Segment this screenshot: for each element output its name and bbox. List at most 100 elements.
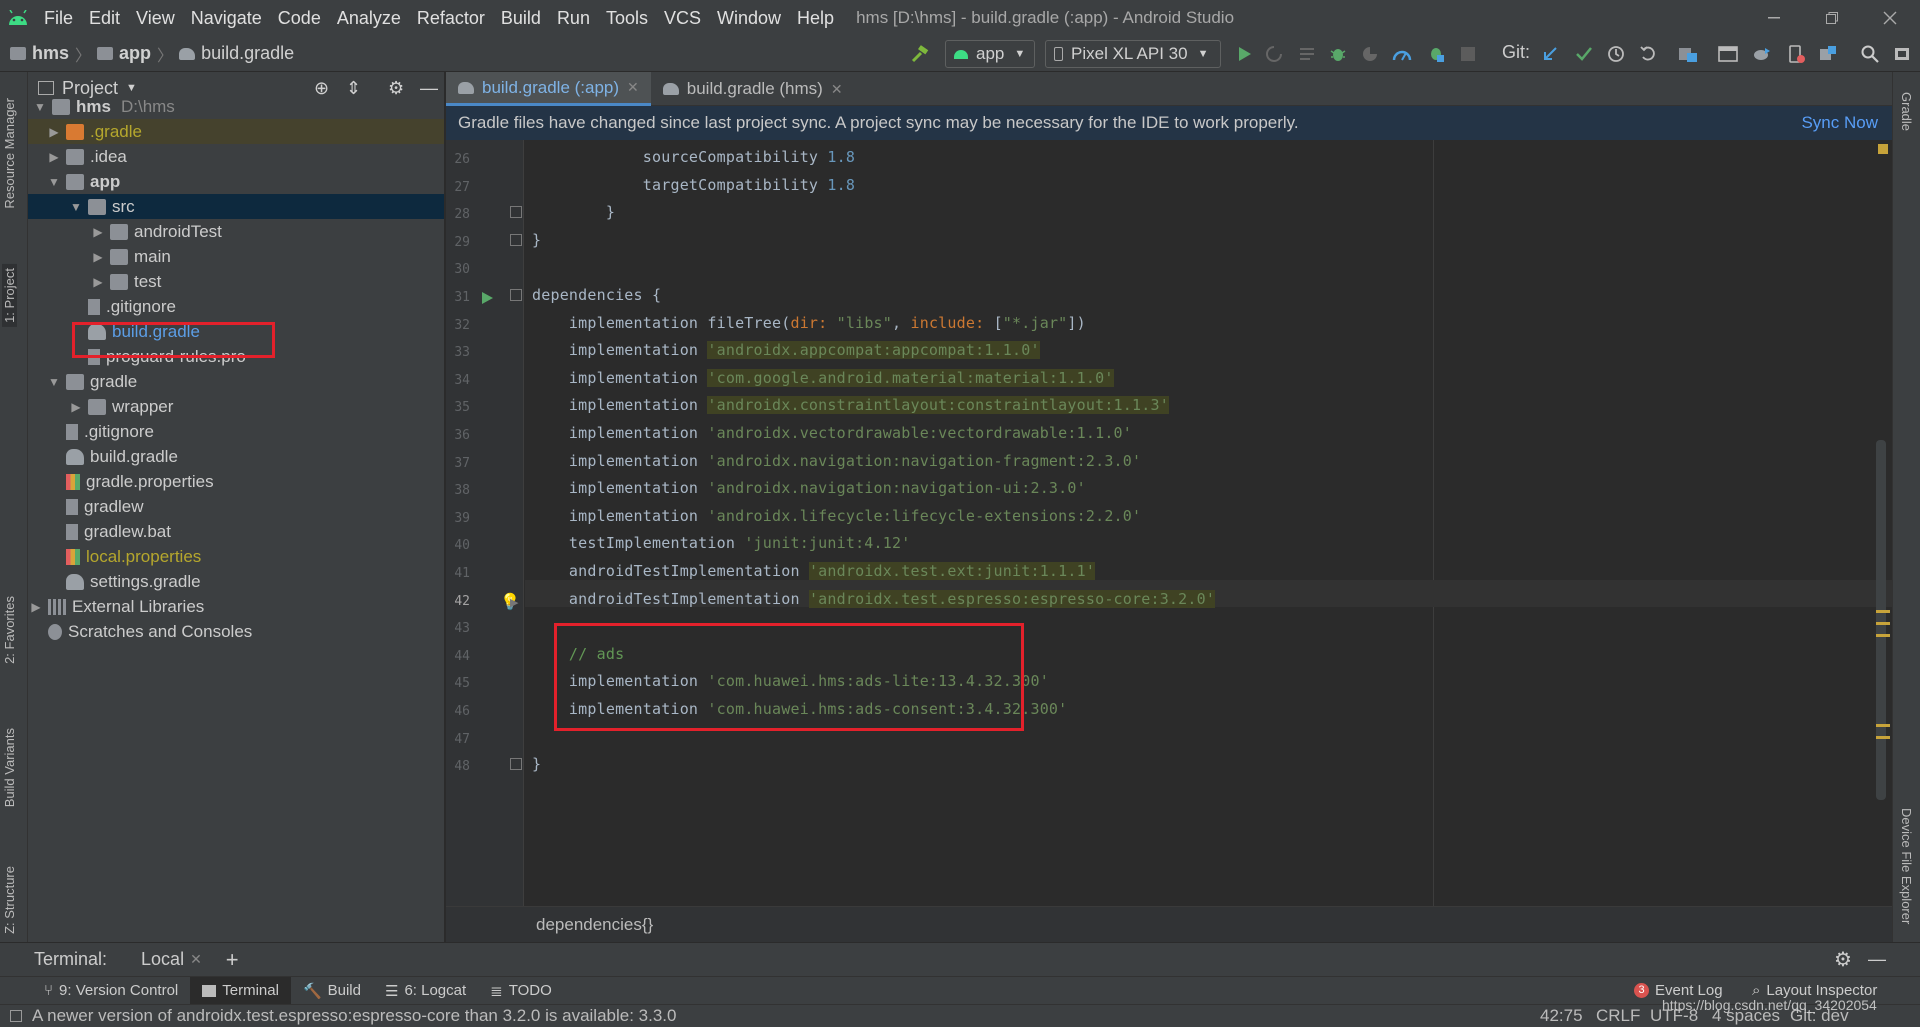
menu-code[interactable]: Code xyxy=(270,0,329,36)
run-configuration-select[interactable]: app ▼ xyxy=(945,40,1035,68)
breadcrumb-file[interactable]: build.gradle xyxy=(201,43,294,64)
scroll-marker[interactable] xyxy=(1876,724,1890,727)
tool-logcat[interactable]: ☰ 6: Logcat xyxy=(373,977,478,1005)
menu-refactor[interactable]: Refactor xyxy=(409,0,493,36)
attach-debugger-icon[interactable] xyxy=(1424,42,1448,66)
tree-row-external-libraries[interactable]: ▶ External Libraries xyxy=(28,594,444,619)
search-icon[interactable] xyxy=(1858,42,1882,66)
tree-row-gradlew-bat[interactable]: gradlew.bat xyxy=(28,519,444,544)
run-with-coverage-icon[interactable] xyxy=(1358,42,1382,66)
code-line-28[interactable]: } xyxy=(532,203,615,221)
run-gutter-icon[interactable] xyxy=(480,290,494,309)
code-line-37[interactable]: implementation 'androidx.navigation:navi… xyxy=(532,452,1141,470)
tree-row-root-build-gradle[interactable]: build.gradle xyxy=(28,444,444,469)
tree-row-settings-gradle[interactable]: settings.gradle xyxy=(28,569,444,594)
close-tab-icon[interactable]: ✕ xyxy=(627,79,639,96)
menu-edit[interactable]: Edit xyxy=(81,0,128,36)
menu-file[interactable]: File xyxy=(36,0,81,36)
scroll-marker[interactable] xyxy=(1876,736,1890,739)
fold-marker-icon[interactable] xyxy=(510,206,522,218)
tree-row-src[interactable]: ▼ src xyxy=(28,194,444,219)
collapsed-arrow-icon[interactable]: ▶ xyxy=(90,225,106,239)
warning-indicator-icon[interactable] xyxy=(1878,144,1888,154)
chevron-down-icon[interactable]: ▼ xyxy=(126,82,137,94)
tree-row-wrapper[interactable]: ▶ wrapper xyxy=(28,394,444,419)
scroll-marker[interactable] xyxy=(1876,622,1890,625)
tree-row-scratches[interactable]: Scratches and Consoles xyxy=(28,619,444,644)
project-tab[interactable]: 1: Project xyxy=(2,264,17,327)
scroll-marker[interactable] xyxy=(1876,610,1890,613)
fold-marker-icon[interactable] xyxy=(510,758,522,770)
minimize-icon[interactable] xyxy=(1746,0,1802,36)
code-editor[interactable]: 26 27 28 29 30 31 32 33 34 35 36 37 38 3… xyxy=(446,140,1892,906)
status-square-icon[interactable] xyxy=(10,1010,22,1022)
collapsed-arrow-icon[interactable]: ▶ xyxy=(90,275,106,289)
run-icon[interactable] xyxy=(1232,42,1256,66)
expanded-arrow-icon[interactable]: ▼ xyxy=(32,100,48,114)
tree-row-main[interactable]: ▶ main xyxy=(28,244,444,269)
favorites-tab[interactable]: 2: Favorites xyxy=(2,596,17,664)
tree-row-gradlew[interactable]: gradlew xyxy=(28,494,444,519)
menu-analyze[interactable]: Analyze xyxy=(329,0,409,36)
tree-row-local-properties[interactable]: local.properties xyxy=(28,544,444,569)
breadcrumb-module[interactable]: app xyxy=(119,43,151,64)
avd-manager-icon[interactable] xyxy=(1784,42,1808,66)
code-line-35[interactable]: implementation 'androidx.constraintlayou… xyxy=(532,396,1169,414)
code-line-38[interactable]: implementation 'androidx.navigation:navi… xyxy=(532,479,1086,497)
android-assistant-icon[interactable] xyxy=(1890,42,1914,66)
tab-build-gradle-hms[interactable]: build.gradle (hms) ✕ xyxy=(651,72,855,106)
device-file-explorer-tab[interactable]: Device File Explorer xyxy=(1899,808,1914,924)
code-line-34[interactable]: implementation 'com.google.android.mater… xyxy=(532,369,1114,387)
code-line-33[interactable]: implementation 'androidx.appcompat:appco… xyxy=(532,341,1040,359)
device-manager-icon[interactable] xyxy=(1816,42,1840,66)
terminal-tab-local[interactable]: Local xyxy=(141,949,184,970)
tree-row-hms[interactable]: ▼ hms D:\hms xyxy=(28,94,444,119)
menu-navigate[interactable]: Navigate xyxy=(183,0,270,36)
sync-now-link[interactable]: Sync Now xyxy=(1801,113,1878,133)
profile-icon[interactable] xyxy=(1390,42,1414,66)
add-terminal-icon[interactable]: + xyxy=(226,947,239,973)
tree-row-dot-gradle[interactable]: ▶ .gradle xyxy=(28,119,444,144)
device-select[interactable]: Pixel XL API 30 ▼ xyxy=(1045,40,1221,68)
code-line-39[interactable]: implementation 'androidx.lifecycle:lifec… xyxy=(532,507,1141,525)
collapsed-arrow-icon[interactable]: ▶ xyxy=(46,150,62,164)
menu-help[interactable]: Help xyxy=(789,0,842,36)
project-structure-icon[interactable] xyxy=(1676,42,1700,66)
code-line-42[interactable]: androidTestImplementation 'androidx.test… xyxy=(532,590,1216,608)
menu-build[interactable]: Build xyxy=(493,0,549,36)
tree-row-root-gitignore[interactable]: .gitignore xyxy=(28,419,444,444)
menu-window[interactable]: Window xyxy=(709,0,789,36)
stop-icon[interactable] xyxy=(1456,42,1480,66)
tool-build[interactable]: 🔨 Build xyxy=(291,977,373,1005)
close-window-icon[interactable] xyxy=(1862,0,1918,36)
code-line-40[interactable]: testImplementation 'junit:junit:4.12' xyxy=(532,534,910,552)
code-line-26[interactable]: sourceCompatibility 1.8 xyxy=(532,148,855,166)
apply-code-changes-icon[interactable] xyxy=(1295,42,1319,66)
fold-marker-icon[interactable] xyxy=(510,234,522,246)
collapsed-arrow-icon[interactable]: ▶ xyxy=(90,250,106,264)
sync-gradle-icon[interactable] xyxy=(1750,42,1774,66)
git-rollback-icon[interactable] xyxy=(1636,42,1660,66)
tab-build-gradle-app[interactable]: build.gradle (:app) ✕ xyxy=(446,72,651,106)
structure-breadcrumb[interactable]: dependencies{} xyxy=(536,915,653,935)
expanded-arrow-icon[interactable]: ▼ xyxy=(46,375,62,389)
tree-row-app[interactable]: ▼ app xyxy=(28,169,444,194)
menu-run[interactable]: Run xyxy=(549,0,598,36)
git-update-icon[interactable] xyxy=(1538,42,1562,66)
sdk-manager-icon[interactable] xyxy=(1716,42,1740,66)
build-variants-tab[interactable]: Build Variants xyxy=(2,728,17,807)
code-line-31[interactable]: dependencies { xyxy=(532,286,661,304)
status-message[interactable]: A newer version of androidx.test.espress… xyxy=(32,1006,676,1026)
gear-icon[interactable]: ⚙ xyxy=(1834,947,1852,972)
tree-row-idea[interactable]: ▶ .idea xyxy=(28,144,444,169)
code-line-29[interactable]: } xyxy=(532,231,541,249)
menu-vcs[interactable]: VCS xyxy=(656,0,709,36)
code-line-41[interactable]: androidTestImplementation 'androidx.test… xyxy=(532,562,1096,580)
tool-terminal[interactable]: Terminal xyxy=(190,976,291,1005)
tree-row-androidtest[interactable]: ▶ androidTest xyxy=(28,219,444,244)
gradle-tab[interactable]: Gradle xyxy=(1899,92,1914,131)
git-history-clock-icon[interactable] xyxy=(1604,42,1628,66)
code-line-27[interactable]: targetCompatibility 1.8 xyxy=(532,176,855,194)
expanded-arrow-icon[interactable]: ▼ xyxy=(68,200,84,214)
structure-tab[interactable]: Z: Structure xyxy=(2,866,17,934)
